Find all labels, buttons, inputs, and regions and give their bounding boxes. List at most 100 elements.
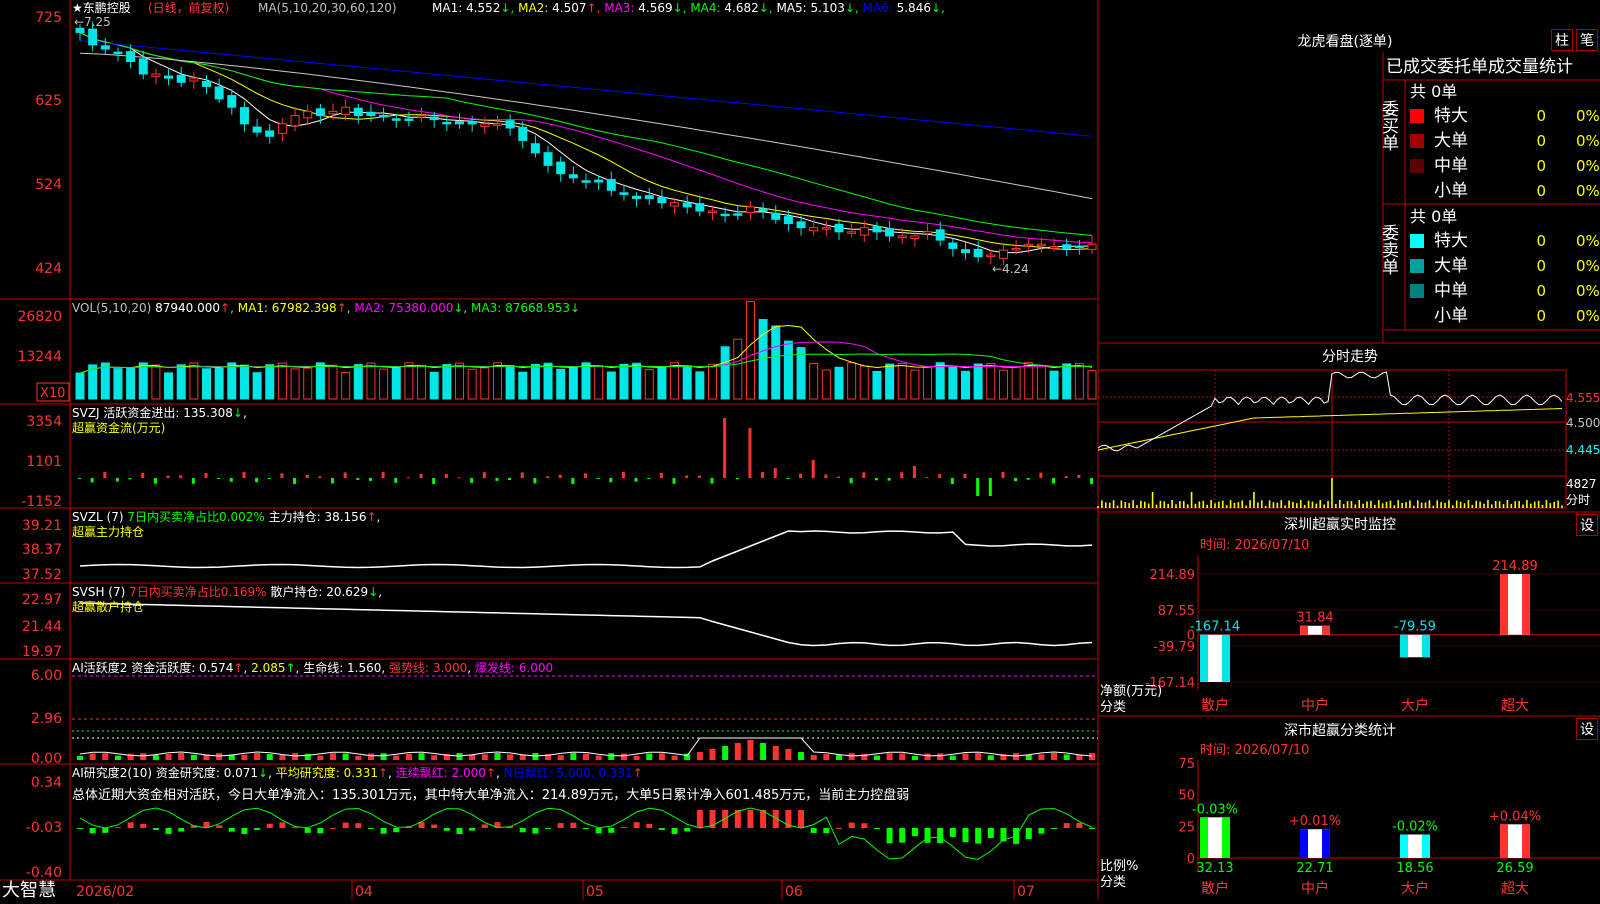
volume-bar xyxy=(720,346,730,400)
candle-body xyxy=(543,152,553,166)
order-size-name: 中单 xyxy=(1434,156,1468,176)
intraday-volume-bar xyxy=(1112,500,1115,508)
candle-body xyxy=(1087,243,1097,250)
ma-values: MA1: 4.552↓, MA2: 4.507↑, MA3: 4.569↓, M… xyxy=(432,1,945,15)
ai1-bar xyxy=(937,753,944,760)
intraday-volume-bar xyxy=(1163,501,1166,508)
volume-bar xyxy=(404,362,414,400)
monitor-y-tick: 214.89 xyxy=(1150,568,1196,583)
svzj-bar xyxy=(394,478,398,483)
svzj-bar xyxy=(1026,478,1030,480)
intraday-volume-bar xyxy=(1420,502,1423,508)
chart-canvas[interactable]: 725 625 524 424 ←7.25 ←4.24 ★东鹏控股 (日线，前复… xyxy=(0,0,1600,901)
volume-bar xyxy=(998,369,1008,400)
svzj-bar xyxy=(242,472,246,478)
intraday-volume-bar xyxy=(1186,504,1189,508)
volume-bars xyxy=(75,301,1097,400)
ai1-bar xyxy=(1038,754,1045,760)
ma-legend-value: 4.569 xyxy=(638,1,672,15)
ai2-bar xyxy=(620,826,627,828)
volume-bar xyxy=(961,370,970,400)
class-bar-edge xyxy=(1400,834,1408,858)
ai1-bar xyxy=(1089,753,1095,760)
svzj-bar xyxy=(988,478,992,496)
ai1-bar xyxy=(292,753,299,760)
order-count: 0 xyxy=(1536,282,1546,300)
ai1-bar xyxy=(583,753,589,760)
volume-bar xyxy=(202,368,211,400)
volume-bar xyxy=(923,366,933,400)
class-bar-edge xyxy=(1322,829,1330,858)
intraday-low: 4.445 xyxy=(1566,443,1600,457)
ai2-bar xyxy=(152,828,159,830)
x-tick: 05 xyxy=(586,884,604,900)
intraday-volume-bar xyxy=(1475,500,1478,508)
candle-body xyxy=(733,213,743,216)
candle-body xyxy=(695,203,705,212)
ma-legend-trend: ↓, xyxy=(759,1,777,15)
intraday-volume-bar xyxy=(1377,500,1380,508)
candle-body xyxy=(138,58,148,75)
ai1-bar xyxy=(102,753,109,760)
svzj-bar xyxy=(305,474,309,478)
ai2-bar xyxy=(633,822,640,828)
candle-body xyxy=(442,121,452,125)
ai1-bar xyxy=(760,743,767,760)
period-label: (日线，前复权) xyxy=(148,0,229,15)
class-panel: 深市超赢分类统计 时间: 2026/07/10 7550250 -0.03%32… xyxy=(1100,722,1600,897)
class-y-tick: 0 xyxy=(1187,852,1195,867)
ai1-bar xyxy=(355,755,362,760)
monitor-category: 散户 xyxy=(1201,697,1229,714)
intraday-volume-bar xyxy=(1331,478,1333,508)
intraday-volume-bar xyxy=(1502,504,1505,508)
intraday-volume-bar xyxy=(1323,504,1325,508)
ai2-bar xyxy=(431,824,438,828)
intraday-volume-bar xyxy=(1249,500,1251,508)
ai1-bar xyxy=(254,753,261,760)
y-tick: 625 xyxy=(35,93,62,109)
volume-bar xyxy=(1087,369,1097,400)
intraday-volume-bar xyxy=(1358,500,1361,508)
class-category: 超大 xyxy=(1501,881,1529,897)
volume-bar xyxy=(619,363,629,400)
y-tick: 2.96 xyxy=(31,711,62,727)
ai2-bar xyxy=(823,828,830,834)
ai1-bar xyxy=(1013,753,1020,760)
ai1-bar xyxy=(570,753,577,760)
x-axis: 2026/02 04 05 06 07 xyxy=(76,880,1035,900)
svzj-bar xyxy=(141,472,145,478)
intraday-volume-bar xyxy=(1307,500,1310,508)
svzj-bar xyxy=(874,478,878,481)
svzj-bar xyxy=(672,478,676,484)
lhb-subtitle: 已成交委托单成交量统计 xyxy=(1386,57,1573,77)
volume-bar xyxy=(151,364,161,400)
candle-body xyxy=(455,121,464,125)
volume-bar xyxy=(695,371,705,400)
intraday-volume-bar xyxy=(1245,505,1247,508)
ai1-bar xyxy=(658,753,665,760)
svzj-bar xyxy=(976,478,980,496)
order-size-name: 中单 xyxy=(1434,281,1468,301)
svzj-bar xyxy=(1014,478,1018,482)
candle-body xyxy=(568,174,578,179)
ai2-bar xyxy=(975,828,982,844)
volume-bar xyxy=(796,347,806,400)
intraday-volume-bar xyxy=(1452,505,1454,508)
svzj-bar xyxy=(584,473,587,478)
candle-body xyxy=(429,116,439,121)
candle-body xyxy=(492,123,502,126)
tab-bar-mode[interactable]: 柱 xyxy=(1551,29,1573,51)
class-settings-button[interactable]: 设 xyxy=(1576,718,1598,740)
ai2-bar xyxy=(532,828,539,834)
svzj-bar xyxy=(318,476,322,478)
ma-legend-trend: ↓, xyxy=(931,1,945,15)
y-tick: -0.40 xyxy=(26,865,62,881)
ai2-y-axis: 0.34 -0.03 -0.40 xyxy=(26,775,62,881)
tab-tick-mode[interactable]: 笔 xyxy=(1576,29,1598,51)
ai1-bar xyxy=(924,753,931,760)
ai1-bar xyxy=(557,755,564,760)
monitor-settings-button[interactable]: 设 xyxy=(1576,514,1598,536)
y-tick: -0.03 xyxy=(26,820,62,836)
svzj-bar xyxy=(621,472,625,478)
ma-legend-label: MA1: xyxy=(432,1,466,15)
